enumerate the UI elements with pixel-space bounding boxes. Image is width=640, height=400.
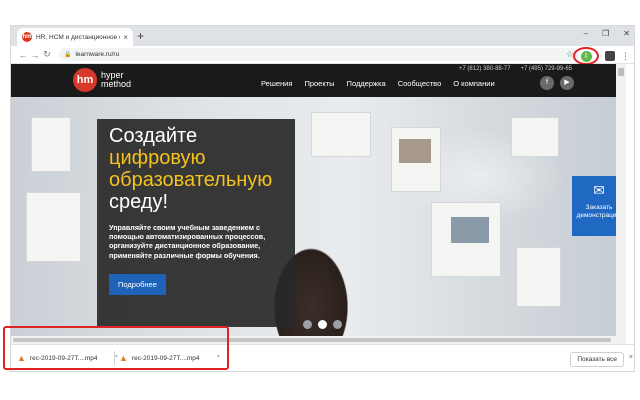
hero-banner: Создайте цифровую образовательную среду!… (11, 97, 626, 336)
carousel-dots (303, 320, 342, 329)
menu-item-support[interactable]: Поддержка (347, 79, 386, 88)
background-paper (31, 117, 71, 172)
address-bar[interactable]: 🔒 learnware.ru/ru ☆ (59, 48, 579, 61)
highlight-circle: ⇩ (573, 47, 599, 65)
background-paper (516, 247, 561, 307)
hero-title-line2: цифровую (109, 147, 206, 169)
menu-item-projects[interactable]: Проекты (304, 79, 334, 88)
browser-tab[interactable]: hm HR, HCM и дистанционное обу... × (17, 28, 133, 46)
window-controls: – ❐ ✕ (584, 29, 630, 38)
forward-arrow-icon[interactable]: → (29, 50, 41, 60)
background-photo (399, 139, 431, 163)
website: hm hyper method +7 (812) 380-88-77 +7 (4… (11, 64, 626, 336)
vertical-scroll-thumb[interactable] (618, 68, 624, 76)
restore-icon[interactable]: ❐ (602, 29, 609, 38)
phone-numbers: +7 (812) 380-88-77 +7 (495) 729-99-65 (459, 66, 572, 72)
new-tab-button[interactable]: + (137, 29, 144, 43)
logo-text: hyper method (101, 71, 131, 89)
site-logo[interactable]: hm hyper method (73, 68, 131, 92)
main-menu: Решения Проекты Поддержка Сообщество О к… (261, 79, 495, 88)
back-arrow-icon[interactable]: ← (17, 50, 29, 60)
close-window-icon[interactable]: ✕ (623, 29, 630, 38)
hero-title-line3: образовательную (109, 169, 273, 191)
carousel-dot-1[interactable] (303, 320, 312, 329)
hypermethod-favicon-icon: hm (22, 32, 32, 42)
phone-spb[interactable]: +7 (812) 380-88-77 (459, 66, 511, 72)
browser-toolbar: ← → ↻ 🔒 learnware.ru/ru ☆ ⇩ ⋮ (11, 46, 634, 65)
browser-window: hm HR, HCM и дистанционное обу... × + – … (10, 25, 635, 372)
carousel-dot-2[interactable] (318, 320, 327, 329)
menu-item-solutions[interactable]: Решения (261, 79, 292, 88)
browser-menu-icon[interactable]: ⋮ (621, 51, 630, 62)
tab-title: HR, HCM и дистанционное обу... (36, 33, 120, 41)
phone-msk[interactable]: +7 (495) 729-99-65 (520, 66, 572, 72)
menu-item-community[interactable]: Сообщество (398, 79, 442, 88)
hero-title-line4: среду! (109, 191, 169, 213)
hero-text-box: Создайте цифровую образовательную среду!… (97, 119, 295, 327)
extensions-area: ⇩ ⋮ (573, 47, 630, 65)
facebook-icon[interactable]: f (540, 76, 554, 90)
extension-icon[interactable] (605, 51, 615, 61)
background-paper (311, 112, 371, 157)
downloads-highlight-box (3, 326, 229, 370)
lock-icon[interactable]: 🔒 (64, 51, 71, 58)
show-all-downloads-button[interactable]: Показать все (570, 352, 624, 367)
minimize-icon[interactable]: – (584, 29, 588, 38)
site-header: hm hyper method +7 (812) 380-88-77 +7 (4… (11, 64, 626, 97)
background-paper (511, 117, 559, 157)
tab-close-icon[interactable]: × (123, 33, 128, 42)
hero-title-line1: Создайте (109, 125, 198, 147)
url-text[interactable]: learnware.ru/ru (75, 51, 565, 58)
learnware-extension-icon[interactable]: ⇩ (580, 50, 592, 62)
background-paper (26, 192, 81, 262)
carousel-dot-3[interactable] (333, 320, 342, 329)
hero-description: Управляйте своим учебным заведением с по… (109, 223, 266, 260)
menu-item-about[interactable]: О компании (453, 79, 494, 88)
close-shelf-icon[interactable]: × (629, 354, 633, 361)
reload-icon[interactable]: ↻ (41, 49, 53, 60)
social-links: f ▶ (540, 76, 574, 90)
logo-line2: method (101, 79, 132, 89)
more-button[interactable]: Подробнее (109, 273, 166, 295)
youtube-icon[interactable]: ▶ (560, 76, 574, 90)
logo-mark: hm (73, 68, 97, 92)
background-photo (451, 217, 489, 243)
tab-strip: hm HR, HCM и дистанционное обу... × + – … (11, 26, 634, 46)
vertical-scrollbar[interactable] (616, 64, 626, 336)
